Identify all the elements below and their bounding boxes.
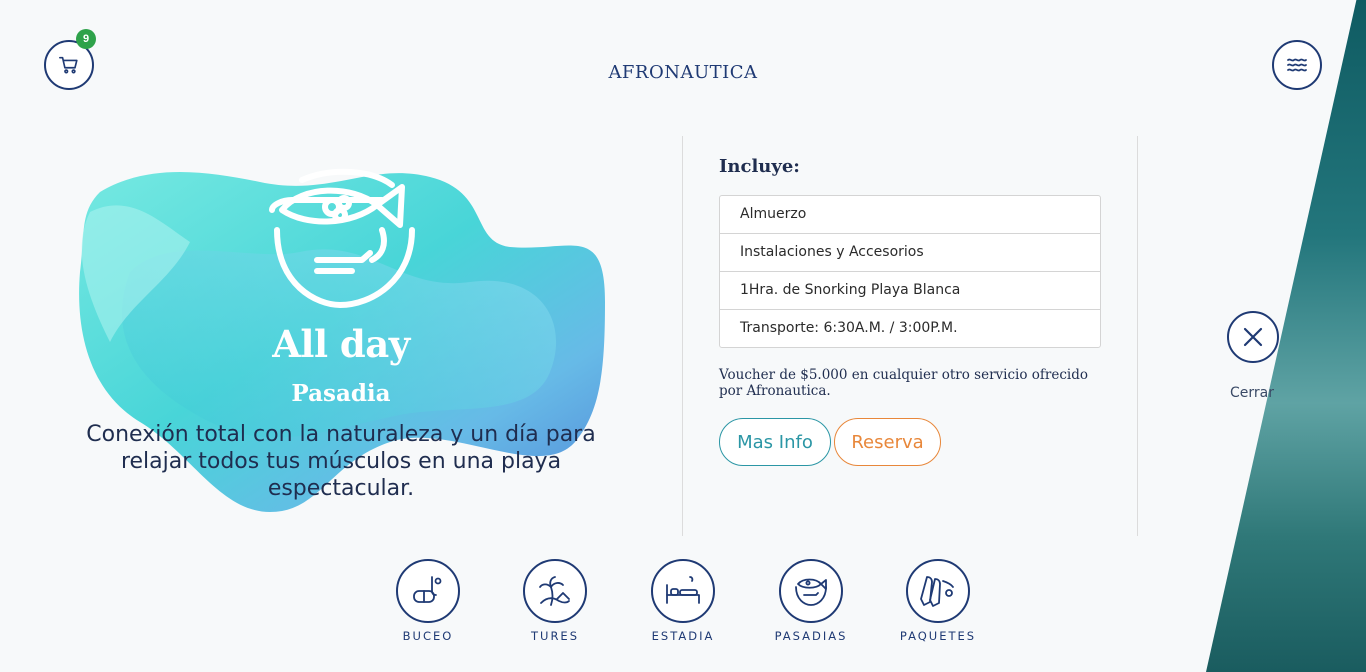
left-divider xyxy=(682,136,683,536)
includes-list: Almuerzo Instalaciones y Accesorios 1Hra… xyxy=(719,195,1101,348)
nav-circle[interactable] xyxy=(906,559,970,623)
nav-circle[interactable] xyxy=(779,559,843,623)
close-icon xyxy=(1243,327,1263,347)
nav-item-pasadias[interactable]: PASADIAS xyxy=(756,559,866,643)
nav-item-buceo[interactable]: BUCEO xyxy=(373,559,483,643)
nav-item-paquetes[interactable]: PAQUETES xyxy=(883,559,993,643)
bed-icon xyxy=(666,576,700,604)
close-label[interactable]: Cerrar xyxy=(1214,385,1290,401)
nav-item-tures[interactable]: TURES xyxy=(500,559,610,643)
nav-circle[interactable] xyxy=(651,559,715,623)
hero-title: All day xyxy=(272,322,410,366)
nav-label: BUCEO xyxy=(402,629,454,643)
flippers-icon xyxy=(920,576,954,607)
cart-count-badge: 9 xyxy=(76,29,96,49)
menu-button[interactable] xyxy=(1272,40,1322,90)
reserve-button[interactable]: Reserva xyxy=(834,418,941,466)
close-button[interactable] xyxy=(1227,311,1279,363)
fish-bowl-icon xyxy=(795,578,827,606)
includes-title: Incluye: xyxy=(719,156,800,177)
list-item: Instalaciones y Accesorios xyxy=(720,234,1100,272)
nav-item-estadia[interactable]: ESTADIA xyxy=(628,559,738,643)
hero-description: Conexión total con la naturaleza y un dí… xyxy=(86,422,596,501)
nav-label: TURES xyxy=(531,629,579,643)
list-item: 1Hra. de Snorking Playa Blanca xyxy=(720,272,1100,310)
nav-label: PAQUETES xyxy=(899,629,977,643)
list-item: Transporte: 6:30A.M. / 3:00P.M. xyxy=(740,320,958,336)
palm-beach-icon xyxy=(539,576,570,606)
right-divider xyxy=(1137,136,1138,536)
brand-logo[interactable]: AFRONAUTICA xyxy=(0,62,1366,83)
snorkel-mask-icon xyxy=(413,576,442,603)
waves-menu-icon xyxy=(1287,58,1307,72)
voucher-note: Voucher de $5.000 en cualquier otro serv… xyxy=(719,367,1089,399)
hero-subtitle: Pasadia xyxy=(291,380,391,407)
nav-label: PASADIAS xyxy=(774,629,848,643)
nav-label: ESTADIA xyxy=(651,629,715,643)
nav-circle[interactable] xyxy=(523,559,587,623)
list-item: Almuerzo xyxy=(720,196,1100,234)
nav-circle[interactable] xyxy=(396,559,460,623)
fish-bowl-icon xyxy=(269,168,415,308)
more-info-button[interactable]: Mas Info xyxy=(719,418,831,466)
